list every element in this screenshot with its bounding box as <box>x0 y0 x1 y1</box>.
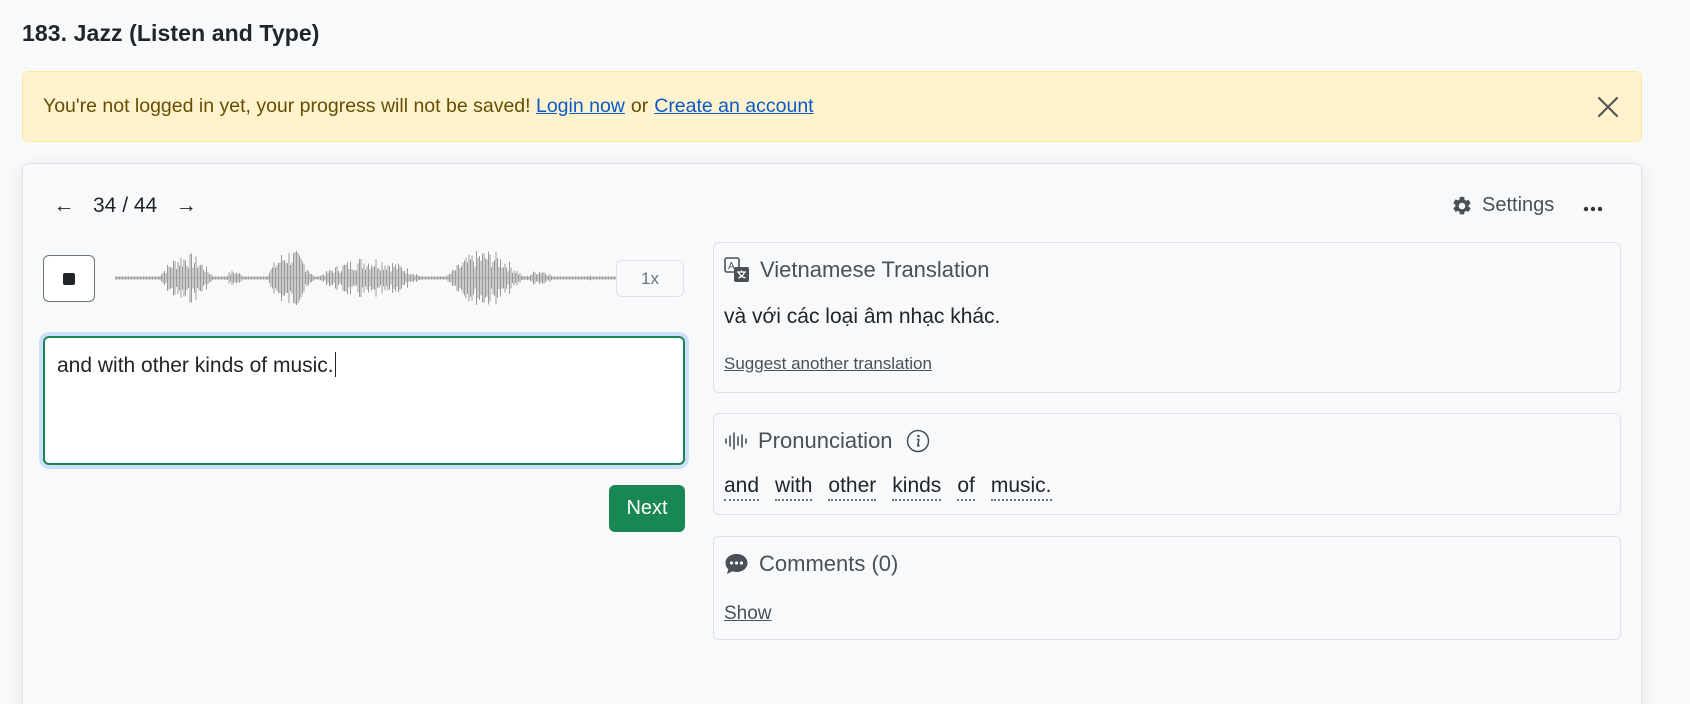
audio-waves-icon <box>724 430 748 452</box>
pronunciation-word[interactable]: kinds <box>892 474 942 501</box>
settings-label: Settings <box>1482 194 1555 216</box>
suggest-translation-link[interactable]: Suggest another translation <box>724 354 932 374</box>
answer-input[interactable]: and with other kinds of music. <box>43 336 685 465</box>
translate-icon: A <box>724 257 750 283</box>
alert-message: You're not logged in yet, your progress … <box>43 95 531 117</box>
pronunciation-header: Pronunciation <box>724 428 930 454</box>
audio-waveform[interactable] <box>115 242 630 314</box>
pronunciation-panel: Pronunciation and with other kinds of mu… <box>713 413 1621 515</box>
pronunciation-word[interactable]: and <box>724 474 760 501</box>
pronunciation-words: and with other kinds of music. <box>724 474 1068 501</box>
more-horizontal-icon[interactable] <box>1578 194 1608 224</box>
translation-panel: A Vietnamese Translation và với các loại… <box>713 242 1621 393</box>
show-comments-link[interactable]: Show <box>724 603 772 625</box>
pronunciation-word[interactable]: of <box>957 474 975 501</box>
pronunciation-word[interactable]: with <box>775 474 813 501</box>
comments-heading: Comments (0) <box>759 551 899 576</box>
sentence-counter: 34 / 44 <box>93 194 158 217</box>
chat-icon <box>724 552 749 576</box>
next-button[interactable]: Next <box>609 485 685 532</box>
page-title: 183. Jazz (Listen and Type) <box>22 20 320 46</box>
info-icon[interactable] <box>906 429 930 453</box>
stop-button[interactable] <box>43 255 95 302</box>
pronunciation-heading: Pronunciation <box>758 428 893 453</box>
login-link[interactable]: Login now <box>536 95 625 118</box>
translation-header: A Vietnamese Translation <box>724 257 990 283</box>
previous-sentence-button[interactable]: ← <box>49 191 79 221</box>
svg-text:A: A <box>728 261 735 272</box>
pronunciation-word[interactable]: other <box>828 474 877 501</box>
text-caret <box>334 352 337 377</box>
settings-button[interactable]: Settings <box>1451 194 1554 217</box>
translation-heading: Vietnamese Translation <box>760 257 990 282</box>
gear-icon <box>1451 195 1482 217</box>
translation-text: và với các loại âm nhạc khác. <box>724 305 1001 328</box>
sentence-navigation: ← 34 / 44 → <box>49 190 201 222</box>
pronunciation-word[interactable]: music. <box>990 474 1052 501</box>
comments-panel: Comments (0) Show <box>713 536 1621 640</box>
exercise-card: ← 34 / 44 → Settings 1x and with other k… <box>22 163 1642 704</box>
playback-speed-button[interactable]: 1x <box>616 260 684 297</box>
create-account-link[interactable]: Create an account <box>654 95 813 118</box>
comments-header: Comments (0) <box>724 551 898 577</box>
close-icon[interactable] <box>1593 92 1623 122</box>
login-alert: You're not logged in yet, your progress … <box>22 71 1642 142</box>
answer-text: and with other kinds of music. <box>57 354 334 377</box>
stop-icon <box>63 272 75 285</box>
alert-separator: or <box>630 95 649 117</box>
next-sentence-button[interactable]: → <box>171 191 201 221</box>
